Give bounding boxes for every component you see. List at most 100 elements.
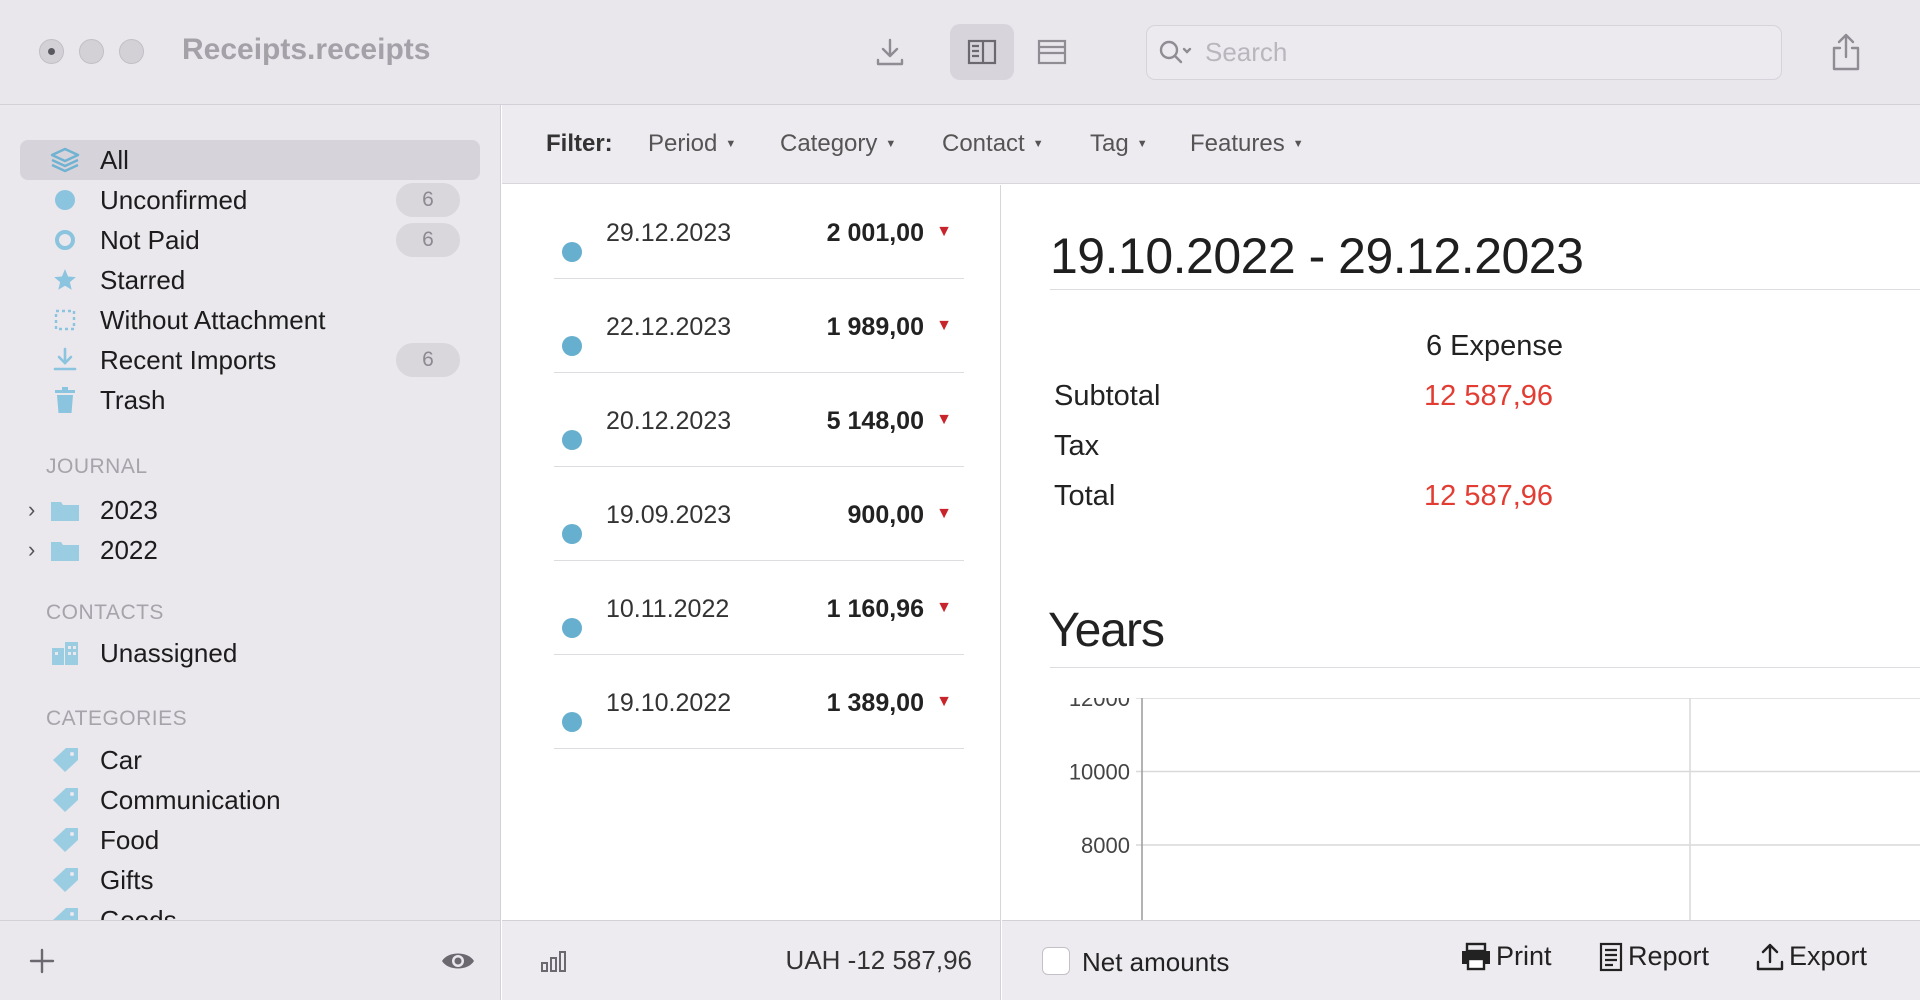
sidebar-item-2023[interactable]: › 2023 xyxy=(20,490,480,530)
export-button[interactable]: Export xyxy=(1755,941,1867,972)
filter-bar: Filter: Period ▼ Category ▼ Contact ▼ Tag ▼ … xyxy=(502,105,1920,184)
filled-circle-icon xyxy=(50,185,80,215)
printer-icon xyxy=(1462,942,1490,970)
sidebar-item-without-attachment[interactable]: Without Attachment xyxy=(20,300,480,340)
sidebar-item-label: Unassigned xyxy=(100,637,238,668)
list-total: UAH -12 587,96 xyxy=(785,945,972,975)
net-amounts-label: Net amounts xyxy=(1082,947,1230,977)
filter-contact-button[interactable]: Contact ▼ xyxy=(942,130,1044,158)
window-title: Receipts.receipts xyxy=(182,33,431,66)
plus-icon[interactable] xyxy=(28,947,56,975)
sidebar-footer xyxy=(0,920,501,1000)
sidebar-item-trash[interactable]: Trash xyxy=(20,380,480,420)
list-view-icon xyxy=(1037,39,1067,65)
tag-icon xyxy=(50,785,80,815)
receipt-row[interactable]: 20.12.2023 5 148,00 ▼ xyxy=(554,373,964,467)
tax-label: Tax xyxy=(1054,430,1100,462)
receipt-row[interactable]: 22.12.2023 1 989,00 ▼ xyxy=(554,279,964,373)
receipt-date: 19.09.2023 xyxy=(606,501,732,529)
filter-category-button[interactable]: Category ▼ xyxy=(780,130,896,158)
sidebar-item-food[interactable]: Food xyxy=(20,820,480,860)
unconfirmed-dot-icon xyxy=(562,618,582,638)
close-window-button[interactable] xyxy=(39,39,64,64)
receipt-list: 29.12.2023 2 001,00 ▼ 22.12.2023 1 989,0… xyxy=(502,185,1001,920)
sidebar-item-starred[interactable]: Starred xyxy=(20,260,480,300)
filter-tag-button[interactable]: Tag ▼ xyxy=(1090,130,1148,158)
date-range-title: 19.10.2022 - 29.12.2023 xyxy=(1050,228,1584,284)
receipt-row[interactable]: 29.12.2023 2 001,00 ▼ xyxy=(554,185,964,279)
expense-arrow-icon: ▼ xyxy=(936,693,952,710)
eye-icon[interactable] xyxy=(440,949,476,973)
total-value: 12 587,96 xyxy=(1424,480,1554,512)
building-icon xyxy=(50,638,80,668)
receipt-row[interactable]: 19.09.2023 900,00 ▼ xyxy=(554,467,964,561)
expense-count-header: 6 Expense xyxy=(1426,330,1564,362)
report-label: Report xyxy=(1628,941,1710,971)
sidebar-item-all[interactable]: All xyxy=(20,140,480,180)
sidebar-item-car[interactable]: Car xyxy=(20,740,480,780)
tag-icon xyxy=(50,865,80,895)
sidebar-item-label: Unconfirmed xyxy=(100,184,248,215)
receipt-row[interactable]: 19.10.2022 1 389,00 ▼ xyxy=(554,655,964,749)
receipt-row[interactable]: 10.11.2022 1 160,96 ▼ xyxy=(554,561,964,655)
trash-icon xyxy=(50,385,80,415)
sidebar-item-recent-imports[interactable]: Recent Imports 6 xyxy=(20,340,480,380)
filter-period-button[interactable]: Period ▼ xyxy=(648,130,736,158)
dropdown-triangle-icon: ▼ xyxy=(1136,138,1148,150)
filter-features-button[interactable]: Features ▼ xyxy=(1190,130,1304,158)
sidebar-item-label: Trash xyxy=(100,384,166,415)
section-header-contacts: CONTACTS xyxy=(46,601,164,624)
sidebar-item-not-paid[interactable]: Not Paid 6 xyxy=(20,220,480,260)
unconfirmed-dot-icon xyxy=(562,242,582,262)
filter-button-label: Category xyxy=(780,130,878,157)
expense-arrow-icon: ▼ xyxy=(936,505,952,522)
sidebar-item-label: Starred xyxy=(100,264,186,295)
export-label: Export xyxy=(1789,941,1868,971)
report-button[interactable]: Report xyxy=(1598,941,1709,972)
chevron-right-icon[interactable]: › xyxy=(28,497,35,523)
statistics-icon[interactable] xyxy=(540,949,570,973)
sidebar-item-label: Not Paid xyxy=(100,224,200,255)
sidebar-item-label: Car xyxy=(100,744,142,775)
sidebar-item-2022[interactable]: › 2022 xyxy=(20,530,480,570)
sidebar-item-unconfirmed[interactable]: Unconfirmed 6 xyxy=(20,180,480,220)
receipt-date: 19.10.2022 xyxy=(606,689,732,717)
section-header-categories: CATEGORIES xyxy=(46,707,188,730)
minimize-window-button[interactable] xyxy=(79,39,104,64)
count-badge: 6 xyxy=(396,183,460,217)
y-tick-label: 12000 xyxy=(1069,698,1130,711)
split-view-button[interactable] xyxy=(950,24,1014,80)
unconfirmed-dot-icon xyxy=(562,712,582,732)
sidebar-item-goods[interactable]: Goods xyxy=(20,900,480,920)
sidebar-item-gifts[interactable]: Gifts xyxy=(20,860,480,900)
receipt-date: 29.12.2023 xyxy=(606,219,732,247)
receipt-amount: 900,00 xyxy=(847,501,924,529)
print-button[interactable]: Print xyxy=(1460,941,1552,972)
chevron-right-icon[interactable]: › xyxy=(28,537,35,563)
divider xyxy=(1050,289,1920,290)
zoom-window-button[interactable] xyxy=(119,39,144,64)
import-icon xyxy=(50,345,80,375)
share-button[interactable] xyxy=(1814,24,1878,80)
dropdown-triangle-icon: ▼ xyxy=(885,138,897,150)
net-amounts-checkbox[interactable] xyxy=(1042,947,1070,975)
search-field[interactable] xyxy=(1146,25,1782,80)
list-footer: UAH -12 587,96 xyxy=(502,920,1001,1000)
import-button[interactable] xyxy=(858,24,922,80)
sidebar-item-label: 2023 xyxy=(100,494,158,525)
detail-footer: Net amounts Print Report Export xyxy=(1002,920,1920,1000)
receipt-amount: 2 001,00 xyxy=(826,219,924,247)
search-icon xyxy=(1159,40,1192,63)
search-input[interactable] xyxy=(1205,37,1765,68)
receipt-date: 22.12.2023 xyxy=(606,313,732,341)
dropdown-triangle-icon: ▼ xyxy=(1032,138,1044,150)
y-tick-label: 10000 xyxy=(1069,760,1130,785)
folder-icon xyxy=(50,535,80,565)
sidebar: All Unconfirmed 6 Not Paid 6 Starred Wit… xyxy=(0,105,501,920)
list-view-button[interactable] xyxy=(1020,24,1084,80)
sidebar-item-communication[interactable]: Communication xyxy=(20,780,480,820)
filter-button-label: Period xyxy=(648,130,718,157)
expense-arrow-icon: ▼ xyxy=(936,411,952,428)
section-header-journal: JOURNAL xyxy=(46,455,148,478)
sidebar-item-unassigned[interactable]: Unassigned xyxy=(20,633,480,673)
